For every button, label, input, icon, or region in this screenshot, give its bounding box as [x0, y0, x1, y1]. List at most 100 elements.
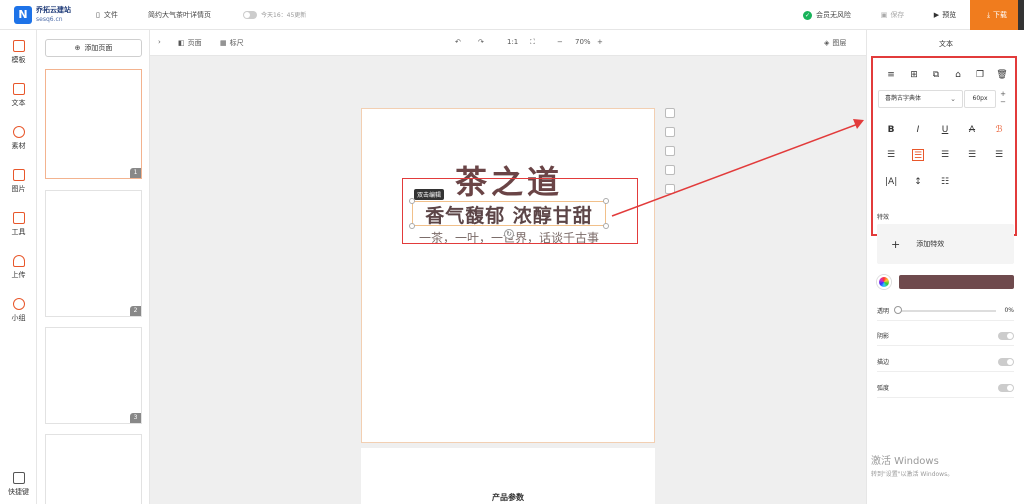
page-thumbnail[interactable]: 2 — [45, 190, 142, 317]
text-color-icon[interactable]: ℬ — [993, 124, 1005, 136]
sidebar-item-text[interactable]: 文本 — [0, 83, 37, 108]
collapse-panel-button[interactable]: › — [158, 38, 161, 46]
sidebar-item-label: 上传 — [11, 271, 26, 279]
redo-icon: ↷ — [478, 38, 484, 46]
shortcut-keys-button[interactable]: 快捷键 — [0, 472, 37, 497]
font-size-field[interactable]: 60px — [964, 90, 996, 108]
sidebar-item-template[interactable]: 模板 — [0, 40, 37, 65]
sidebar-item-images[interactable]: 图片 — [0, 169, 37, 194]
font-size-stepper[interactable]: + − — [997, 90, 1009, 108]
list-icon[interactable]: ☷ — [939, 176, 951, 188]
stroke-toggle[interactable] — [998, 357, 1014, 366]
minus-icon: − — [557, 38, 563, 46]
align-center-icon[interactable]: ☰ — [912, 149, 924, 161]
bold-icon[interactable]: B — [885, 124, 897, 136]
save-label: 保存 — [890, 11, 905, 19]
page-thumbnail[interactable]: 1 — [45, 69, 142, 179]
fit-screen-button[interactable]: ⛶ — [530, 38, 535, 47]
opacity-slider[interactable] — [894, 305, 997, 314]
distribute-icon[interactable]: ☰ — [993, 149, 1005, 161]
sidebar-item-label: 模板 — [11, 56, 26, 64]
undo-button[interactable]: ↶ — [455, 38, 461, 46]
brand: 乔拓云建站 sesq6.cn — [36, 6, 71, 24]
page-number: 1 — [130, 168, 141, 178]
undo-icon: ↶ — [455, 38, 461, 46]
watermark-subtitle: 转到"设置"以激活 Windows。 — [871, 471, 954, 478]
download-button[interactable]: ⤓ 下载 — [970, 0, 1024, 30]
shadow-row: 阴影 — [877, 326, 1014, 346]
material-icon — [12, 126, 25, 138]
justify-icon[interactable]: ☰ — [966, 149, 978, 161]
strikethrough-icon[interactable]: A — [966, 124, 978, 136]
layers-icon: ◈ — [824, 39, 830, 47]
trash-icon[interactable]: 🗑 — [996, 69, 1008, 81]
layers-button[interactable]: ◈ 图层 — [824, 38, 846, 48]
ruler-icon: ▦ — [220, 39, 227, 47]
sidebar-item-team[interactable]: 小组 — [0, 298, 37, 323]
sidebar-item-tools[interactable]: 工具 — [0, 212, 37, 237]
sidebar-item-material[interactable]: 素材 — [0, 126, 37, 151]
annotation-arrow — [611, 119, 864, 217]
page-icon: ◧ — [178, 39, 185, 47]
autosave-toggle[interactable] — [243, 10, 257, 19]
ruler-label: 标尺 — [229, 39, 244, 47]
top-bar: N 乔拓云建站 sesq6.cn ▯ 文件 简约大气茶叶详情页 今天16：45更… — [0, 0, 1024, 48]
letter-spacing-icon[interactable]: |A| — [885, 176, 897, 188]
zoom-out-button[interactable]: − — [557, 38, 563, 46]
windows-activation-watermark: 激活 Windows 转到"设置"以激活 Windows。 — [871, 452, 953, 478]
add-page-button[interactable]: ⊕ 添加页面 — [45, 39, 142, 57]
group-icon[interactable]: ⊞ — [908, 69, 920, 81]
autosave-status: 今天16：45更新 — [243, 10, 306, 19]
page-label: 页面 — [187, 39, 202, 47]
page-number: 2 — [130, 306, 141, 316]
add-effect-label: 添加特效 — [916, 240, 945, 248]
image-icon — [12, 169, 25, 181]
highlight-box: ≡ ⊞ ⧉ ⌂ ❐ 🗑 B I U A ℬ ☰ ☰ ☰ ☰ ☰ |A| ↕ ☷ — [871, 56, 1017, 236]
text-icon — [12, 83, 25, 95]
line-height-icon[interactable]: ↕ — [912, 176, 924, 188]
page-thumbnail[interactable]: 3 — [45, 327, 142, 424]
color-swatch[interactable] — [899, 275, 1014, 289]
member-status[interactable]: ✓ 会员无风险 — [803, 10, 851, 20]
shadow-toggle[interactable] — [998, 331, 1014, 340]
file-icon: ▯ — [96, 11, 100, 19]
curve-toggle[interactable] — [998, 383, 1014, 392]
flip-icon[interactable]: ⧉ — [930, 69, 942, 81]
sidebar-item-upload[interactable]: 上传 — [0, 255, 37, 280]
lock-icon[interactable]: ⌂ — [952, 69, 964, 81]
zoom-in-button[interactable]: + — [597, 38, 603, 46]
align-left-icon[interactable]: ☰ — [885, 149, 897, 161]
save-button[interactable]: ▣ 保存 — [870, 0, 915, 30]
page-settings-button[interactable]: ◧ 页面 — [178, 38, 202, 48]
zoom-level[interactable]: 70% — [575, 38, 591, 46]
save-icon: ▣ — [880, 11, 888, 19]
color-wheel-icon[interactable] — [877, 275, 891, 289]
document-title[interactable]: 简约大气茶叶详情页 — [148, 10, 211, 20]
plus-icon: + — [597, 38, 603, 46]
file-menu[interactable]: ▯ 文件 — [96, 10, 118, 20]
download-icon: ⤓ — [986, 10, 991, 19]
italic-icon[interactable]: I — [912, 124, 924, 136]
align-right-icon[interactable]: ☰ — [939, 149, 951, 161]
text-properties-panel: 文本 ≡ ⊞ ⧉ ⌂ ❐ 🗑 B I U A ℬ ☰ ☰ ☰ ☰ ☰ |A| ↕… — [866, 30, 1024, 504]
actual-size-button[interactable]: 1:1 — [507, 38, 518, 46]
redo-button[interactable]: ↷ — [478, 38, 484, 46]
brand-domain: sesq6.cn — [36, 16, 63, 23]
brand-name: 乔拓云建站 — [36, 6, 71, 14]
underline-icon[interactable]: U — [939, 124, 951, 136]
check-icon: ✓ — [803, 10, 812, 20]
preview-button[interactable]: ▶ 预览 — [922, 0, 968, 30]
stroke-label: 描边 — [877, 359, 890, 366]
align-layers-icon[interactable]: ≡ — [885, 69, 897, 81]
duplicate-icon[interactable]: ❐ — [974, 69, 986, 81]
font-family-select[interactable]: 喜鹊古字典体 ⌄ — [878, 90, 963, 108]
add-effect-button[interactable]: + 添加特效 — [877, 224, 1014, 264]
text-color-row — [877, 272, 1014, 292]
sidebar-item-label: 工具 — [11, 228, 26, 236]
page-thumbnail[interactable] — [45, 434, 142, 504]
slider-handle[interactable] — [894, 305, 903, 314]
stroke-row: 描边 — [877, 352, 1014, 372]
canvas-area[interactable]: 茶之道 双击编辑 香气馥郁 浓醇甘甜 一茶，一叶，一世界，话谈千古事 ↻ 产品参… — [150, 56, 866, 504]
ruler-button[interactable]: ▦ 标尺 — [220, 38, 244, 48]
sidebar-item-label: 图片 — [11, 185, 26, 193]
